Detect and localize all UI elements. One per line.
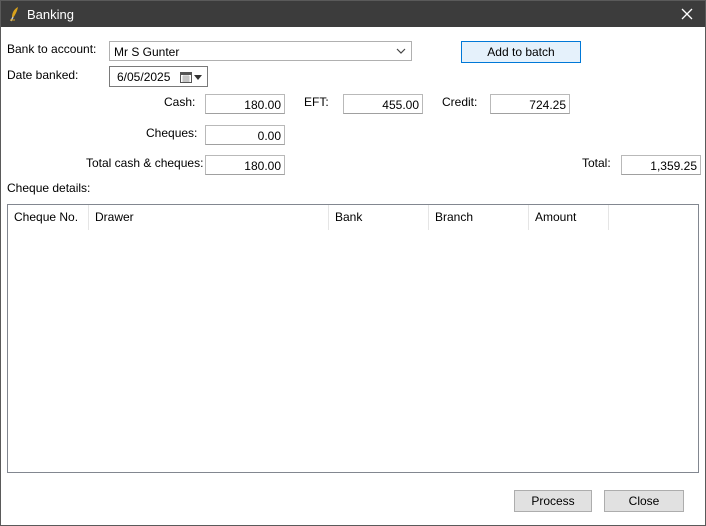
close-button[interactable]: Close [604,490,684,512]
calendar-icon[interactable] [180,71,192,83]
window-title: Banking [27,7,74,22]
total-cash-cheques-field: 180.00 [205,155,285,175]
quill-pen-icon [7,6,23,22]
title-bar: Banking [1,1,705,27]
table-header: Cheque No. Drawer Bank Branch Amount [8,205,698,230]
bank-to-account-label: Bank to account: [7,42,97,56]
cheques-field: 0.00 [205,125,285,145]
date-banked-picker[interactable]: 6/05/2025 [109,66,208,87]
eft-label: EFT: [304,95,329,109]
cheque-details-table[interactable]: Cheque No. Drawer Bank Branch Amount [7,204,699,473]
column-header-drawer[interactable]: Drawer [89,205,329,230]
total-cash-cheques-label: Total cash & cheques: [86,156,204,170]
cash-field[interactable]: 180.00 [205,94,285,114]
process-button[interactable]: Process [514,490,592,512]
total-field: 1,359.25 [621,155,701,175]
cheques-label: Cheques: [146,126,198,140]
total-label: Total: [582,156,611,170]
chevron-down-icon [396,48,406,54]
cash-label: Cash: [164,95,196,109]
column-header-cheque-no[interactable]: Cheque No. [8,205,89,230]
column-header-amount[interactable]: Amount [529,205,609,230]
credit-label: Credit: [442,95,478,109]
column-header-branch[interactable]: Branch [429,205,529,230]
date-banked-label: Date banked: [7,68,79,82]
bank-to-account-value: Mr S Gunter [114,45,180,59]
close-window-button[interactable] [669,1,705,27]
close-icon [681,8,693,20]
add-to-batch-button[interactable]: Add to batch [461,41,581,63]
credit-field[interactable]: 724.25 [490,94,570,114]
banking-window: Banking Bank to account: Mr S Gunter Add… [0,0,706,526]
date-banked-value: 6/05/2025 [117,70,171,84]
cheque-details-label: Cheque details: [7,181,91,195]
bank-to-account-select[interactable]: Mr S Gunter [109,41,412,61]
column-header-bank[interactable]: Bank [329,205,429,230]
eft-field[interactable]: 455.00 [343,94,423,114]
calendar-dropdown-icon[interactable] [194,75,202,80]
